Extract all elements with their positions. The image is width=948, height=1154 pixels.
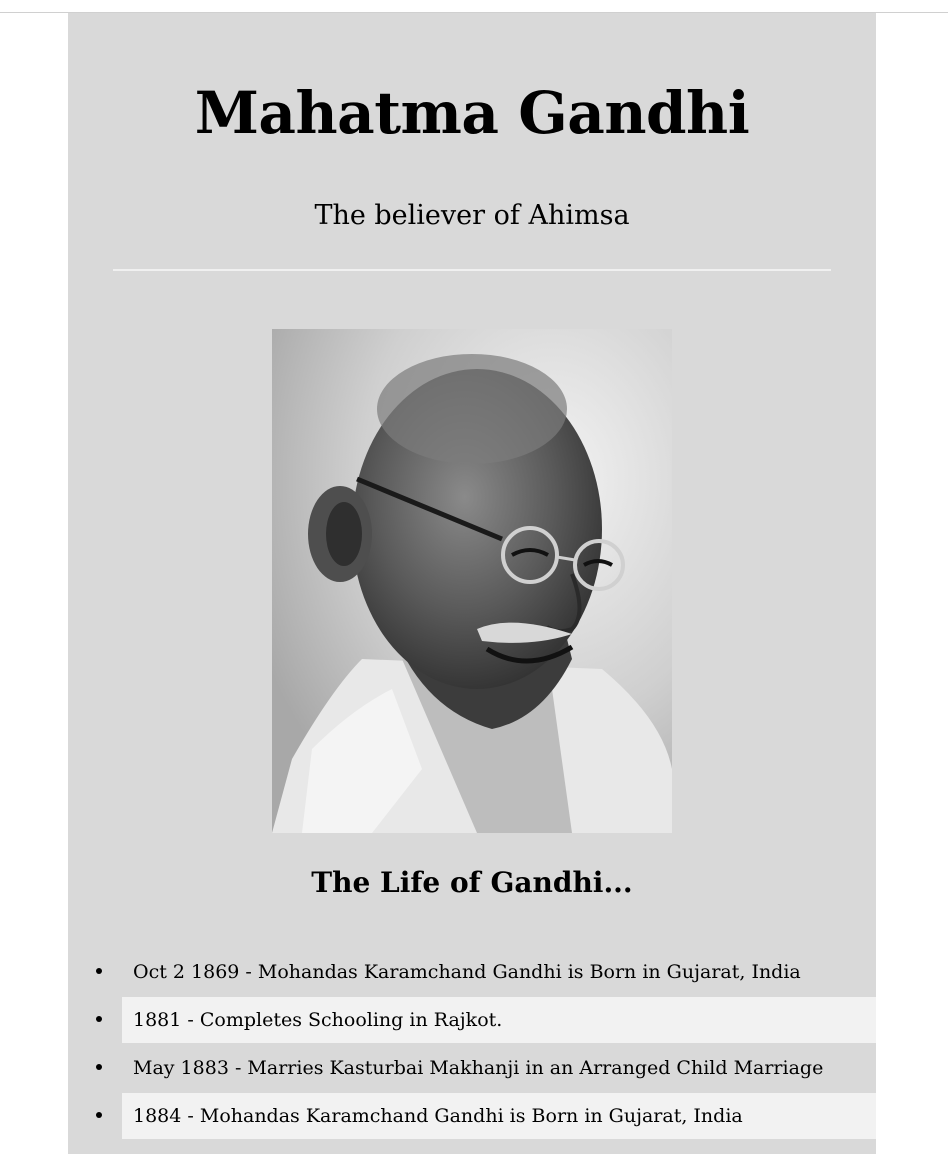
bullet-icon	[96, 968, 102, 974]
timeline-row: 1881 - Completes Schooling in Rajkot.	[122, 997, 876, 1043]
timeline-date: 1881	[133, 1009, 182, 1031]
timeline-heading: The Life of Gandhi...	[311, 866, 633, 899]
timeline-item: 1884 - Mohandas Karamchand Gandhi is Bor…	[68, 1092, 876, 1140]
portrait-image	[272, 329, 672, 833]
header-divider	[113, 269, 831, 271]
timeline-row: 1884 - Mohandas Karamchand Gandhi is Bor…	[122, 1093, 876, 1139]
timeline-separator: -	[181, 1105, 200, 1127]
timeline-text: Mohandas Karamchand Gandhi is Born in Gu…	[199, 1105, 743, 1127]
timeline-item: May 1883 - Marries Kasturbai Makhanji in…	[68, 1044, 876, 1092]
page-title: Mahatma Gandhi	[194, 79, 750, 147]
timeline-date: Oct 2 1869	[133, 961, 240, 983]
timeline-item: 1881 - Completes Schooling in Rajkot.	[68, 996, 876, 1044]
timeline-item: Oct 2 1869 - Mohandas Karamchand Gandhi …	[68, 948, 876, 996]
timeline-list: Oct 2 1869 - Mohandas Karamchand Gandhi …	[68, 948, 876, 1140]
page-subtitle: The believer of Ahimsa	[314, 200, 630, 231]
timeline-date: 1884	[133, 1105, 182, 1127]
bullet-icon	[96, 1016, 102, 1022]
tribute-main: Mahatma Gandhi The believer of Ahimsa Th…	[68, 13, 876, 1154]
timeline-separator: -	[239, 961, 258, 983]
bullet-icon	[96, 1064, 102, 1070]
timeline-separator: -	[181, 1009, 200, 1031]
timeline-text: Completes Schooling in Rajkot.	[199, 1009, 503, 1031]
timeline-row: May 1883 - Marries Kasturbai Makhanji in…	[122, 1045, 876, 1091]
timeline-row: Oct 2 1869 - Mohandas Karamchand Gandhi …	[122, 949, 876, 995]
timeline-date: May 1883	[133, 1057, 229, 1079]
timeline-text: Mohandas Karamchand Gandhi is Born in Gu…	[257, 961, 801, 983]
timeline-separator: -	[228, 1057, 248, 1079]
timeline-text: Marries Kasturbai Makhanji in an Arrange…	[247, 1057, 824, 1079]
bullet-icon	[96, 1112, 102, 1118]
